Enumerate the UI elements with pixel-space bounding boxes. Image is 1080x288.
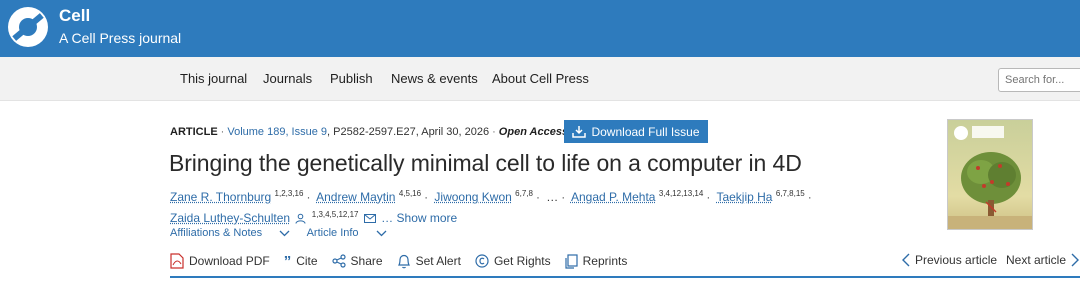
author-list: Zane R. Thornburg 1,2,3,16 · Andrew Mayti… [170,189,812,225]
affiliations-toggle[interactable]: Affiliations & Notes [170,227,290,239]
toolbar-divider [170,276,1080,278]
article-meta: ARTICLE · Volume 189, Issue 9, P2582-2597.… [170,126,569,138]
download-full-issue-label: Download Full Issue [591,124,700,139]
article-toolbar: Download PDF ” Cite Share Set Alert Get … [170,251,641,271]
author-link[interactable]: Taekjip Ha [716,190,772,204]
brand-subtitle: A Cell Press journal [59,30,182,46]
author-link[interactable]: Jiwoong Kwon [434,190,511,204]
copyright-icon [475,254,489,268]
pdf-icon [170,253,184,269]
cover-artwork [948,126,1032,229]
nav-news-events[interactable]: News & events [391,71,478,86]
cite-button[interactable]: ” Cite [284,254,318,269]
download-icon [572,126,587,138]
brand-title[interactable]: Cell [59,6,90,26]
nav-this-journal[interactable]: This journal [180,71,247,86]
chevron-left-icon [902,253,910,267]
chevron-down-icon [376,230,387,237]
person-icon [295,214,306,224]
article-type: ARTICLE [170,126,218,138]
article-pages: P2582-2597.E27, April 30, 2026 [333,126,490,138]
journal-cover-image[interactable] [947,119,1033,230]
article-info-toggle[interactable]: Article Info [307,227,387,239]
quote-icon: ” [283,252,292,270]
reprints-icon [565,253,578,269]
email-icon[interactable] [363,214,376,224]
cell-logo-icon[interactable] [6,5,50,49]
previous-article-link[interactable]: Previous article [902,253,997,267]
set-alert-button[interactable]: Set Alert [397,254,461,269]
open-access-badge: Open Access [498,126,569,138]
bell-icon [397,254,410,268]
author-link[interactable]: Zane R. Thornburg [170,190,271,204]
nav-journals[interactable]: Journals [263,71,312,86]
article-title: Bringing the genetically minimal cell to… [169,150,802,176]
show-more-authors-link[interactable]: … Show more [381,211,457,225]
author-ellipsis: … [546,190,559,204]
get-rights-button[interactable]: Get Rights [475,254,551,268]
share-icon [331,254,346,268]
nav-about-cell-press[interactable]: About Cell Press [492,71,589,86]
share-button[interactable]: Share [331,254,383,268]
chevron-down-icon [279,230,290,237]
article-expanders: Affiliations & Notes Article Info [170,227,401,239]
download-full-issue-button[interactable]: Download Full Issue [564,120,708,143]
author-link[interactable]: Zaida Luthey-Schulten [170,211,290,225]
download-pdf-button[interactable]: Download PDF [170,253,270,269]
reprints-button[interactable]: Reprints [565,253,627,269]
author-link[interactable]: Andrew Maytin [316,190,395,204]
search-input[interactable] [998,68,1080,92]
nav-publish[interactable]: Publish [330,71,373,86]
volume-link[interactable]: Volume 189, Issue 9 [227,126,327,138]
brand-bar: Cell A Cell Press journal [0,0,1080,57]
author-link[interactable]: Angad P. Mehta [571,190,656,204]
main-nav: This journal Journals Publish News & eve… [0,57,1080,101]
next-article-link[interactable]: Next article [1006,253,1080,267]
chevron-right-icon [1071,253,1080,267]
